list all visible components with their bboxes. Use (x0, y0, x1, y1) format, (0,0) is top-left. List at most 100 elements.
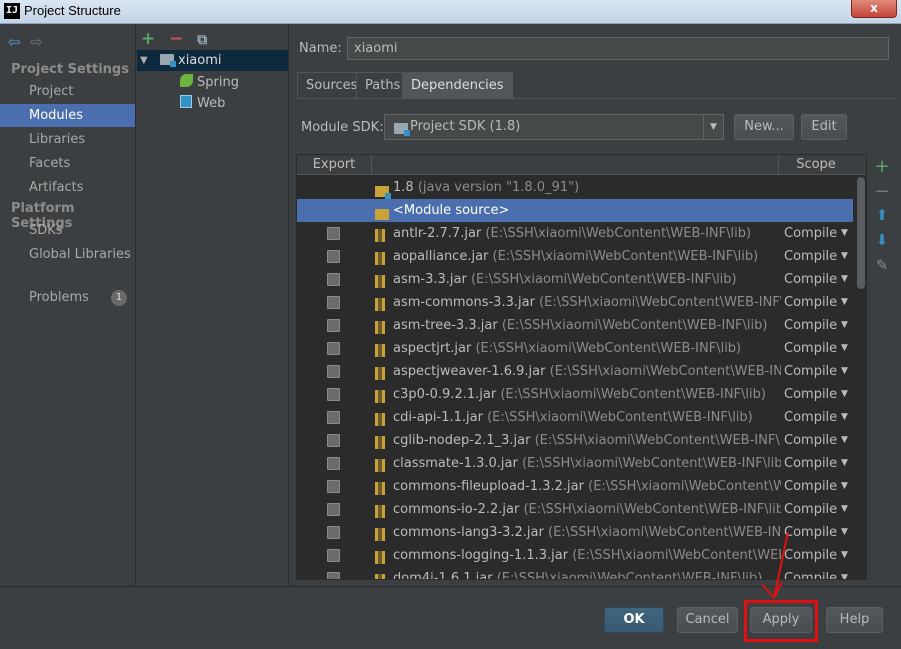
table-row[interactable]: classmate-1.3.0.jar (E:\SSH\xiaomi\WebCo… (297, 452, 853, 475)
table-row[interactable]: asm-tree-3.3.jar (E:\SSH\xiaomi\WebConte… (297, 314, 853, 337)
chevron-down-icon[interactable]: ▼ (841, 314, 848, 337)
scope-dropdown[interactable]: Compile ▼ (783, 383, 853, 406)
table-row[interactable]: asm-3.3.jar (E:\SSH\xiaomi\WebContent\WE… (297, 268, 853, 291)
table-row-sdk[interactable]: 1.8 (java version "1.8.0_91") (297, 176, 853, 199)
scope-dropdown[interactable]: Compile ▼ (783, 567, 853, 579)
export-checkbox[interactable] (327, 365, 340, 378)
chevron-down-icon[interactable]: ▼ (841, 222, 848, 245)
nav-item-modules[interactable]: Modules (0, 104, 135, 127)
scope-dropdown[interactable]: Compile ▼ (783, 521, 853, 544)
table-scrollbar[interactable] (856, 177, 866, 579)
help-button[interactable]: Help (826, 607, 883, 633)
export-checkbox[interactable] (327, 549, 340, 562)
scope-dropdown[interactable]: Compile ▼ (783, 222, 853, 245)
move-up-icon[interactable]: ⬆ (870, 206, 894, 231)
scope-dropdown[interactable]: Compile ▼ (783, 544, 853, 567)
new-sdk-button[interactable]: New... (734, 114, 794, 140)
export-checkbox[interactable] (327, 342, 340, 355)
window-close-button[interactable]: x (851, 0, 897, 18)
forward-arrow-icon[interactable]: ⇨ (30, 33, 48, 51)
scrollbar-thumb[interactable] (857, 177, 865, 289)
scope-dropdown[interactable]: Compile ▼ (783, 406, 853, 429)
edit-dependency-icon[interactable]: ✎ (870, 256, 894, 281)
chevron-down-icon[interactable]: ▼ (841, 452, 848, 475)
scope-dropdown[interactable]: Compile ▼ (783, 337, 853, 360)
export-checkbox[interactable] (327, 503, 340, 516)
export-checkbox[interactable] (327, 296, 340, 309)
table-row[interactable]: c3p0-0.9.2.1.jar (E:\SSH\xiaomi\WebConte… (297, 383, 853, 406)
export-checkbox[interactable] (327, 388, 340, 401)
table-row[interactable]: antlr-2.7.7.jar (E:\SSH\xiaomi\WebConten… (297, 222, 853, 245)
ok-button[interactable]: OK (604, 607, 664, 633)
module-sdk-dropdown[interactable]: Project SDK (1.8) ▼ (384, 114, 724, 140)
nav-item-problems[interactable]: Problems 1 (0, 286, 135, 309)
export-checkbox[interactable] (327, 319, 340, 332)
scope-dropdown[interactable]: Compile ▼ (783, 452, 853, 475)
chevron-down-icon[interactable]: ▼ (841, 360, 848, 383)
chevron-down-icon[interactable]: ▼ (841, 406, 848, 429)
back-arrow-icon[interactable]: ⇦ (8, 33, 26, 51)
table-row[interactable]: cdi-api-1.1.jar (E:\SSH\xiaomi\WebConten… (297, 406, 853, 429)
tree-item-spring[interactable]: Spring (137, 72, 288, 93)
nav-item-facets[interactable]: Facets (0, 152, 135, 175)
chevron-down-icon[interactable]: ▼ (841, 291, 848, 314)
scope-dropdown[interactable]: Compile ▼ (783, 268, 853, 291)
scope-dropdown[interactable]: Compile ▼ (783, 360, 853, 383)
table-row[interactable]: aspectjweaver-1.6.9.jar (E:\SSH\xiaomi\W… (297, 360, 853, 383)
column-export[interactable]: Export (297, 155, 372, 175)
export-checkbox[interactable] (327, 227, 340, 240)
nav-item-libraries[interactable]: Libraries (0, 128, 135, 151)
chevron-down-icon[interactable]: ▼ (841, 475, 848, 498)
scope-dropdown[interactable]: Compile ▼ (783, 245, 853, 268)
export-checkbox[interactable] (327, 250, 340, 263)
chevron-down-icon[interactable]: ▼ (841, 245, 848, 268)
nav-item-global-libraries[interactable]: Global Libraries (0, 243, 135, 266)
module-name-input[interactable] (347, 37, 889, 60)
chevron-down-icon[interactable]: ▼ (841, 268, 848, 291)
cancel-button[interactable]: Cancel (677, 607, 738, 633)
remove-dependency-icon[interactable]: − (870, 181, 894, 206)
scope-dropdown[interactable]: Compile ▼ (783, 291, 853, 314)
export-checkbox[interactable] (327, 480, 340, 493)
chevron-down-icon[interactable]: ▼ (841, 544, 848, 567)
chevron-down-icon[interactable]: ▼ (841, 498, 848, 521)
table-row[interactable]: cglib-nodep-2.1_3.jar (E:\SSH\xiaomi\Web… (297, 429, 853, 452)
tree-item-web[interactable]: Web (137, 93, 288, 114)
scope-dropdown[interactable]: Compile ▼ (783, 475, 853, 498)
nav-item-sdks[interactable]: SDKs (0, 219, 135, 242)
export-checkbox[interactable] (327, 411, 340, 424)
tree-item-xiaomi[interactable]: ▼ xiaomi (137, 50, 288, 71)
nav-item-project[interactable]: Project (0, 80, 135, 103)
chevron-down-icon[interactable]: ▼ (703, 115, 723, 139)
export-checkbox[interactable] (327, 572, 340, 579)
column-name[interactable] (372, 155, 779, 175)
move-down-icon[interactable]: ⬇ (870, 231, 894, 256)
tab-dependencies[interactable]: Dependencies (402, 72, 513, 98)
remove-icon[interactable]: − (169, 29, 193, 49)
add-dependency-icon[interactable]: + (870, 156, 894, 181)
chevron-down-icon[interactable]: ▼ (841, 337, 848, 360)
export-checkbox[interactable] (327, 526, 340, 539)
table-row[interactable]: commons-fileupload-1.3.2.jar (E:\SSH\xia… (297, 475, 853, 498)
table-row[interactable]: asm-commons-3.3.jar (E:\SSH\xiaomi\WebCo… (297, 291, 853, 314)
table-row[interactable]: aspectjrt.jar (E:\SSH\xiaomi\WebContent\… (297, 337, 853, 360)
nav-item-artifacts[interactable]: Artifacts (0, 176, 135, 199)
table-row[interactable]: aopalliance.jar (E:\SSH\xiaomi\WebConten… (297, 245, 853, 268)
export-checkbox[interactable] (327, 457, 340, 470)
chevron-down-icon[interactable]: ▼ (841, 429, 848, 452)
chevron-down-icon[interactable]: ▼ (841, 521, 848, 544)
export-checkbox[interactable] (327, 434, 340, 447)
chevron-down-icon[interactable]: ▼ (841, 567, 848, 579)
add-icon[interactable]: + (141, 29, 165, 49)
chevron-down-icon[interactable]: ▼ (841, 383, 848, 406)
table-row-module-source[interactable]: <Module source> (297, 199, 853, 222)
scope-dropdown[interactable]: Compile ▼ (783, 429, 853, 452)
export-checkbox[interactable] (327, 273, 340, 286)
scope-dropdown[interactable]: Compile ▼ (783, 314, 853, 337)
column-scope[interactable]: Scope (779, 155, 853, 175)
copy-icon[interactable]: ⧉ (197, 32, 221, 48)
table-row[interactable]: commons-io-2.2.jar (E:\SSH\xiaomi\WebCon… (297, 498, 853, 521)
expand-triangle-icon[interactable]: ▼ (140, 50, 148, 71)
scope-dropdown[interactable]: Compile ▼ (783, 498, 853, 521)
edit-sdk-button[interactable]: Edit (801, 114, 847, 140)
